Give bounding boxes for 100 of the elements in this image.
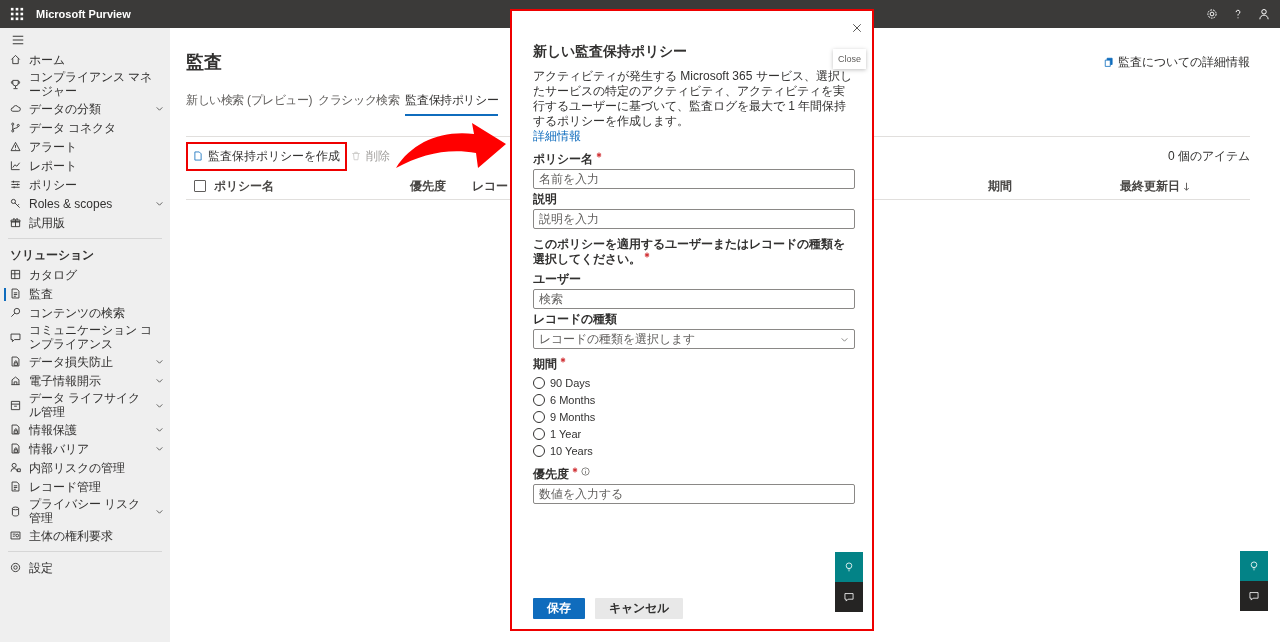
- column-header[interactable]: 最終更新日: [1120, 177, 1190, 195]
- search-field[interactable]: 検索: [533, 289, 855, 309]
- close-icon: [852, 23, 862, 33]
- column-header[interactable]: レコー: [472, 177, 508, 195]
- database-icon: [10, 505, 21, 517]
- app-launcher-icon[interactable]: [10, 7, 24, 21]
- more-info-link[interactable]: 詳細情報: [533, 129, 581, 143]
- menu-icon[interactable]: [12, 34, 24, 46]
- learn-more-link[interactable]: 監査についての詳細情報: [1104, 53, 1250, 71]
- sidebar-item[interactable]: 電子情報開示: [0, 371, 170, 390]
- radio-option[interactable]: 10 Years: [533, 442, 593, 459]
- sidebar-item[interactable]: ポリシー: [0, 175, 170, 194]
- feedback-button[interactable]: [835, 582, 863, 612]
- tab[interactable]: 新しい検索 (プレビュー): [186, 88, 313, 116]
- column-header[interactable]: 優先度: [410, 177, 446, 195]
- chat-icon: [10, 331, 21, 343]
- document-icon: [10, 288, 21, 299]
- tab[interactable]: クラシック検索: [318, 88, 400, 116]
- sidebar-item[interactable]: 主体の権利要求: [0, 526, 170, 545]
- column-header[interactable]: 期間: [988, 177, 1012, 195]
- id-card-icon: [10, 530, 21, 541]
- document-lock-icon: [10, 424, 21, 435]
- close-button[interactable]: [852, 23, 862, 33]
- settings-icon[interactable]: [1206, 8, 1218, 20]
- field-label: 期間: [533, 357, 557, 371]
- grid-icon: [10, 269, 21, 280]
- building-icon: [10, 375, 21, 386]
- panel-title: 新しい監査保持ポリシー: [533, 43, 687, 61]
- tooltip: Close: [833, 49, 866, 69]
- info-icon[interactable]: [581, 467, 590, 476]
- item-count: 0 個のアイテム: [1168, 147, 1250, 165]
- sidebar-item[interactable]: 内部リスクの管理: [0, 458, 170, 477]
- field-label: 説明: [533, 192, 557, 206]
- sidebar-item[interactable]: データ コネクタ: [0, 118, 170, 137]
- save-button[interactable]: 保存: [533, 598, 585, 619]
- sidebar-item[interactable]: データの分類: [0, 99, 170, 118]
- field-label: ポリシー名: [533, 152, 593, 166]
- section-heading: ソリューション: [9, 246, 95, 264]
- panel-description: アクティビティが発生する Microsoft 365 サービス、選択したサービスの特定のアクティビティ、アクティビティを実行するユーザーに基づいて、監査ログを最大で 1 年間保持するポリシーを作成します。: [533, 69, 852, 128]
- sidebar-item[interactable]: 監査: [0, 284, 170, 303]
- sidebar-item[interactable]: データ ライフサイクル管理: [0, 390, 170, 420]
- document-lock-icon: [10, 356, 21, 367]
- sidebar-item[interactable]: カタログ: [0, 265, 170, 284]
- chat-icon: [1249, 591, 1259, 601]
- person-icon: [10, 462, 21, 473]
- warning-icon: [10, 141, 21, 152]
- home-icon: [10, 54, 21, 65]
- gift-icon: [10, 217, 21, 228]
- user-icon[interactable]: [1258, 8, 1270, 20]
- sidebar-item[interactable]: 設定: [0, 558, 170, 577]
- bulb-icon: [1249, 561, 1259, 571]
- sliders-icon: [10, 179, 21, 190]
- sidebar-item[interactable]: アラート: [0, 137, 170, 156]
- field-label: 優先度: [533, 467, 569, 481]
- sidebar-item[interactable]: 情報保護: [0, 420, 170, 439]
- chart-icon: [10, 160, 21, 171]
- sidebar-item[interactable]: プライバシー リスク管理: [0, 496, 170, 526]
- cloud-icon: [10, 103, 21, 114]
- page-title: 監査: [186, 51, 222, 74]
- document-icon: [1104, 57, 1114, 67]
- radio-option[interactable]: 90 Days: [533, 374, 591, 391]
- sidebar-item[interactable]: 情報バリア: [0, 439, 170, 458]
- sidebar-item[interactable]: データ損失防止: [0, 352, 170, 371]
- trophy-icon: [10, 78, 21, 90]
- chat-icon: [844, 592, 854, 602]
- input-field[interactable]: 数値を入力する: [533, 484, 855, 504]
- create-policy-button[interactable]: 監査保持ポリシーを作成: [189, 144, 344, 168]
- input-field[interactable]: 名前を入力: [533, 169, 855, 189]
- sidebar-item[interactable]: コンプライアンス マネージャー: [0, 69, 170, 99]
- sidebar-item[interactable]: レコード管理: [0, 477, 170, 496]
- cancel-button[interactable]: キャンセル: [595, 598, 683, 619]
- field-label: このポリシーを適用するユーザーまたはレコードの種類を選択してください。: [533, 237, 845, 266]
- dropdown[interactable]: レコードの種類を選択します: [533, 329, 855, 349]
- sidebar-item[interactable]: Roles & scopes: [0, 194, 170, 213]
- search-icon: [10, 307, 21, 318]
- sidebar-item[interactable]: コンテンツの検索: [0, 303, 170, 322]
- sidebar-item[interactable]: 試用版: [0, 213, 170, 232]
- bulb-icon: [844, 562, 854, 572]
- radio-option[interactable]: 1 Year: [533, 425, 582, 442]
- document-icon: [193, 151, 203, 161]
- app-title: Microsoft Purview: [36, 8, 131, 20]
- field-label: レコードの種類: [533, 312, 617, 326]
- sidebar-item[interactable]: コミュニケーション コンプライアンス: [0, 322, 170, 352]
- key-icon: [10, 198, 21, 209]
- branch-icon: [10, 122, 21, 133]
- select-all-checkbox[interactable]: [194, 180, 206, 192]
- feedback-button[interactable]: [1240, 581, 1268, 611]
- radio-option[interactable]: 6 Months: [533, 391, 596, 408]
- document-icon: [10, 481, 21, 492]
- radio-option[interactable]: 9 Months: [533, 408, 596, 425]
- field-label: ユーザー: [533, 272, 581, 286]
- document-lock-icon: [10, 443, 21, 454]
- archive-icon: [10, 399, 21, 411]
- trash-icon: [351, 151, 361, 161]
- sidebar-item[interactable]: レポート: [0, 156, 170, 175]
- input-field[interactable]: 説明を入力: [533, 209, 855, 229]
- sidebar-item[interactable]: ホーム: [0, 50, 170, 69]
- sort-down-icon: [1183, 181, 1190, 191]
- column-header[interactable]: ポリシー名: [214, 177, 274, 195]
- tab[interactable]: 監査保持ポリシー: [405, 88, 499, 116]
